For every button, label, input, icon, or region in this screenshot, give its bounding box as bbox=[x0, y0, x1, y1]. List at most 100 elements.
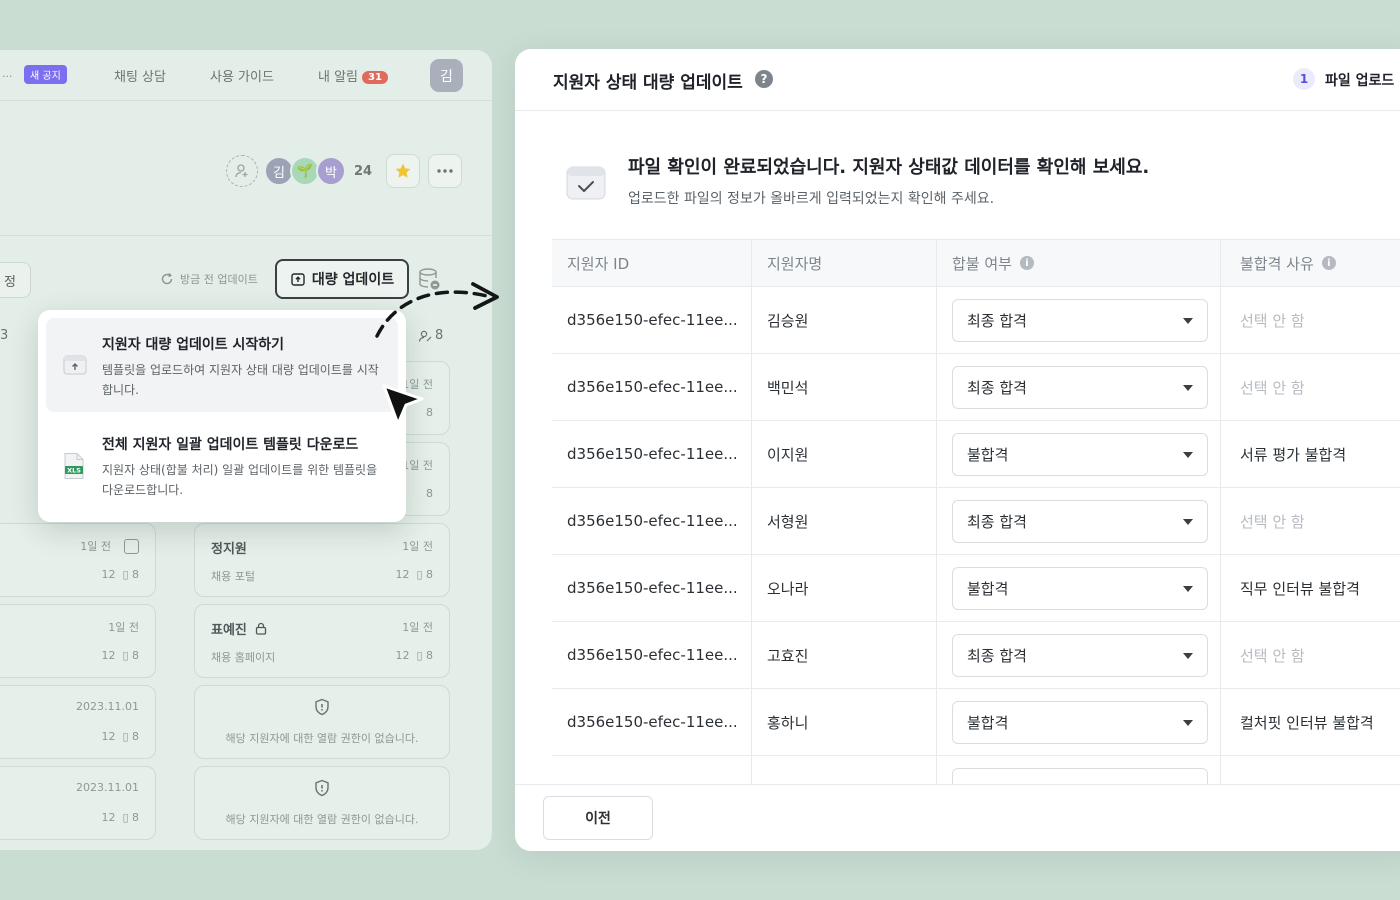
info-icon[interactable]: i bbox=[1019, 256, 1034, 270]
applicant-card[interactable]: 1일 전 12 ▯ 8 bbox=[0, 604, 156, 678]
status-select[interactable]: 최종 합격 bbox=[952, 299, 1208, 342]
applicant-card[interactable]: 1일 전 12 ▯ 8 bbox=[0, 523, 156, 597]
caret-down-icon bbox=[1183, 519, 1193, 525]
favorite-button[interactable] bbox=[386, 154, 420, 188]
applicant-card[interactable]: 2023.11.01 12 ▯ 8 bbox=[0, 685, 156, 759]
fail-reason: 서류 평가 불합격 bbox=[1240, 445, 1347, 464]
caret-down-icon bbox=[1183, 318, 1193, 324]
cell-applicant-name: 김승원 bbox=[752, 287, 937, 353]
info-icon[interactable]: i bbox=[1321, 256, 1336, 270]
header-applicant-id: 지원자 ID bbox=[567, 254, 630, 273]
refresh-label: 방금 전 업데이트 bbox=[180, 273, 258, 286]
cell-fail-reason[interactable]: 선택 안 함 bbox=[1221, 354, 1400, 420]
cell-applicant-id: d356e150-efec-11ee... bbox=[552, 555, 752, 621]
applicant-id: d356e150-efec-11ee... bbox=[567, 713, 738, 731]
card-stats: 12 ▯ 8 bbox=[395, 568, 433, 581]
status-select[interactable]: 최종 합격 bbox=[952, 634, 1208, 677]
nav-guide-link[interactable]: 사용 가이드 bbox=[210, 66, 274, 85]
applicant-card[interactable]: 정지원 채용 포털 1일 전 12 ▯ 8 bbox=[194, 523, 450, 597]
more-options-button[interactable] bbox=[428, 154, 462, 188]
user-avatar[interactable]: 김 bbox=[430, 59, 463, 92]
cell-fail-reason[interactable]: 직무 인터뷰 불합격 bbox=[1221, 555, 1400, 621]
cell-fail-reason[interactable]: 선택 안 함 bbox=[1221, 622, 1400, 688]
cell-applicant-id: d356e150-efec-11ee... bbox=[552, 488, 752, 554]
edit-button[interactable]: 정 bbox=[0, 262, 31, 298]
cell-applicant-name: 고효진 bbox=[752, 622, 937, 688]
cell-applicant-id: d356e150-efec-11ee... bbox=[552, 354, 752, 420]
new-notice-badge[interactable]: 새 공지 bbox=[24, 65, 67, 84]
xls-file-label: XLS bbox=[67, 467, 81, 475]
card-stats: 12 ▯ 8 bbox=[395, 649, 433, 662]
card-checkbox[interactable] bbox=[124, 539, 139, 554]
table-row: d356e150-efec-11ee... 홍하니 불합격 컬처핏 인터뷰 불합격 bbox=[552, 689, 1400, 756]
card-comment-count: 12 bbox=[395, 649, 410, 662]
nav-chat-link[interactable]: 채팅 상담 bbox=[114, 66, 166, 85]
column-count-left: 3 bbox=[0, 328, 9, 343]
restricted-card: 해당 지원자에 대한 열람 권한이 없습니다. bbox=[194, 766, 450, 840]
previous-button[interactable]: 이전 bbox=[543, 796, 653, 840]
table-row: d356e150-efec-11ee... 이지원 불합격 서류 평가 불합격 bbox=[552, 421, 1400, 488]
status-select[interactable]: 불합격 bbox=[952, 567, 1208, 610]
applicant-name: 백민석 bbox=[767, 378, 809, 397]
card-comment-count: 12 bbox=[101, 730, 116, 743]
applicant-card[interactable]: 표예진 채용 홈페이지 1일 전 12 ▯ 8 bbox=[194, 604, 450, 678]
star-icon bbox=[395, 163, 411, 178]
cell-fail-reason[interactable]: 서류 평가 불합격 bbox=[1221, 421, 1400, 487]
menu-item-start-bulk-update[interactable]: 지원자 대량 업데이트 시작하기 템플릿을 업로드하여 지원자 상태 대량 업데… bbox=[46, 318, 398, 412]
applicant-card[interactable]: 2023.11.01 12 ▯ 8 bbox=[0, 766, 156, 840]
bulk-update-modal: 지원자 상태 대량 업데이트 ? 1 파일 업로드 파일 확인이 완료되었습니다… bbox=[515, 49, 1400, 851]
cell-fail-reason[interactable]: 선택 안 함 bbox=[1221, 488, 1400, 554]
modal-header: 지원자 상태 대량 업데이트 ? 1 파일 업로드 bbox=[515, 49, 1400, 111]
card-stats: 12 ▯ 8 bbox=[101, 730, 139, 743]
table-row: d356e150-efec-11ee... 고효진 최종 합격 선택 안 함 bbox=[552, 622, 1400, 689]
modal-title: 지원자 상태 대량 업데이트 bbox=[553, 73, 743, 93]
add-collaborator-button[interactable] bbox=[226, 155, 258, 187]
status-select[interactable]: 최종 합격 bbox=[952, 366, 1208, 409]
card-date: 2023.11.01 bbox=[76, 700, 139, 713]
card-time: 1일 전 bbox=[402, 459, 433, 472]
card-stats: 12 ▯ 8 bbox=[101, 649, 139, 662]
more-dots-icon bbox=[437, 169, 453, 173]
cell-pass-fail: 최종 합격 bbox=[937, 488, 1221, 554]
cell-fail-reason[interactable]: 컬처핏 인터뷰 불합격 bbox=[1221, 689, 1400, 755]
table-header-cell: 합불 여부 i bbox=[937, 240, 1221, 286]
menu-item-download-template[interactable]: XLS 전체 지원자 일괄 업데이트 템플릿 다운로드 지원자 상태(합불 처리… bbox=[46, 418, 398, 512]
cell-pass-fail: 불합격 bbox=[937, 689, 1221, 755]
card-comment-count: 12 bbox=[101, 649, 116, 662]
table-header-cell: 지원자 ID bbox=[552, 240, 752, 286]
help-icon[interactable]: ? bbox=[755, 70, 773, 88]
add-person-icon bbox=[235, 164, 248, 178]
collaborator-avatar[interactable]: 박 bbox=[316, 156, 346, 186]
status-select-value: 불합격 bbox=[967, 446, 1009, 464]
status-select[interactable]: 불합격 bbox=[952, 701, 1208, 744]
applicant-name: 김승원 bbox=[767, 311, 809, 330]
menu-item-title: 전체 지원자 일괄 업데이트 템플릿 다운로드 bbox=[102, 437, 359, 453]
collaborator-group: 김 🌱 박 24 bbox=[226, 155, 372, 187]
status-select[interactable]: 불합격 bbox=[952, 433, 1208, 476]
fail-reason: 선택 안 함 bbox=[1240, 646, 1305, 665]
cell-applicant-id: d356e150-efec-11ee... bbox=[552, 622, 752, 688]
nav-alerts-label: 내 알림 bbox=[318, 70, 359, 85]
cell-applicant-name: 서형원 bbox=[752, 488, 937, 554]
collaborator-count: 24 bbox=[354, 163, 373, 179]
status-select[interactable]: 최종 합격 bbox=[952, 500, 1208, 543]
status-select-value: 최종 합격 bbox=[967, 379, 1027, 397]
no-permission-text: 해당 지원자에 대한 열람 권한이 없습니다. bbox=[225, 813, 419, 826]
cell-fail-reason[interactable]: 선택 안 함 bbox=[1221, 287, 1400, 353]
refresh-status[interactable]: 방금 전 업데이트 bbox=[160, 271, 258, 287]
lock-icon bbox=[256, 622, 267, 635]
applicant-name: 고효진 bbox=[767, 646, 809, 665]
status-select-value: 불합격 bbox=[967, 580, 1009, 598]
status-select-value: 최종 합격 bbox=[967, 647, 1027, 665]
card-source: 채용 홈페이지 bbox=[211, 651, 276, 664]
status-select-value: 최종 합격 bbox=[967, 312, 1027, 330]
card-comment-count: 12 bbox=[101, 811, 116, 824]
dashed-arrow-icon bbox=[375, 282, 499, 338]
cell-applicant-id: d356e150-efec-11ee... bbox=[552, 689, 752, 755]
upload-box-icon bbox=[63, 355, 87, 375]
nav-alerts-link[interactable]: 내 알림 31 bbox=[318, 66, 388, 85]
caret-down-icon bbox=[1183, 586, 1193, 592]
cell-pass-fail: 최종 합격 bbox=[937, 287, 1221, 353]
table-row: d356e150-efec-11ee... 오나라 불합격 직무 인터뷰 불합격 bbox=[552, 555, 1400, 622]
card-comment-count: 12 bbox=[101, 568, 116, 581]
